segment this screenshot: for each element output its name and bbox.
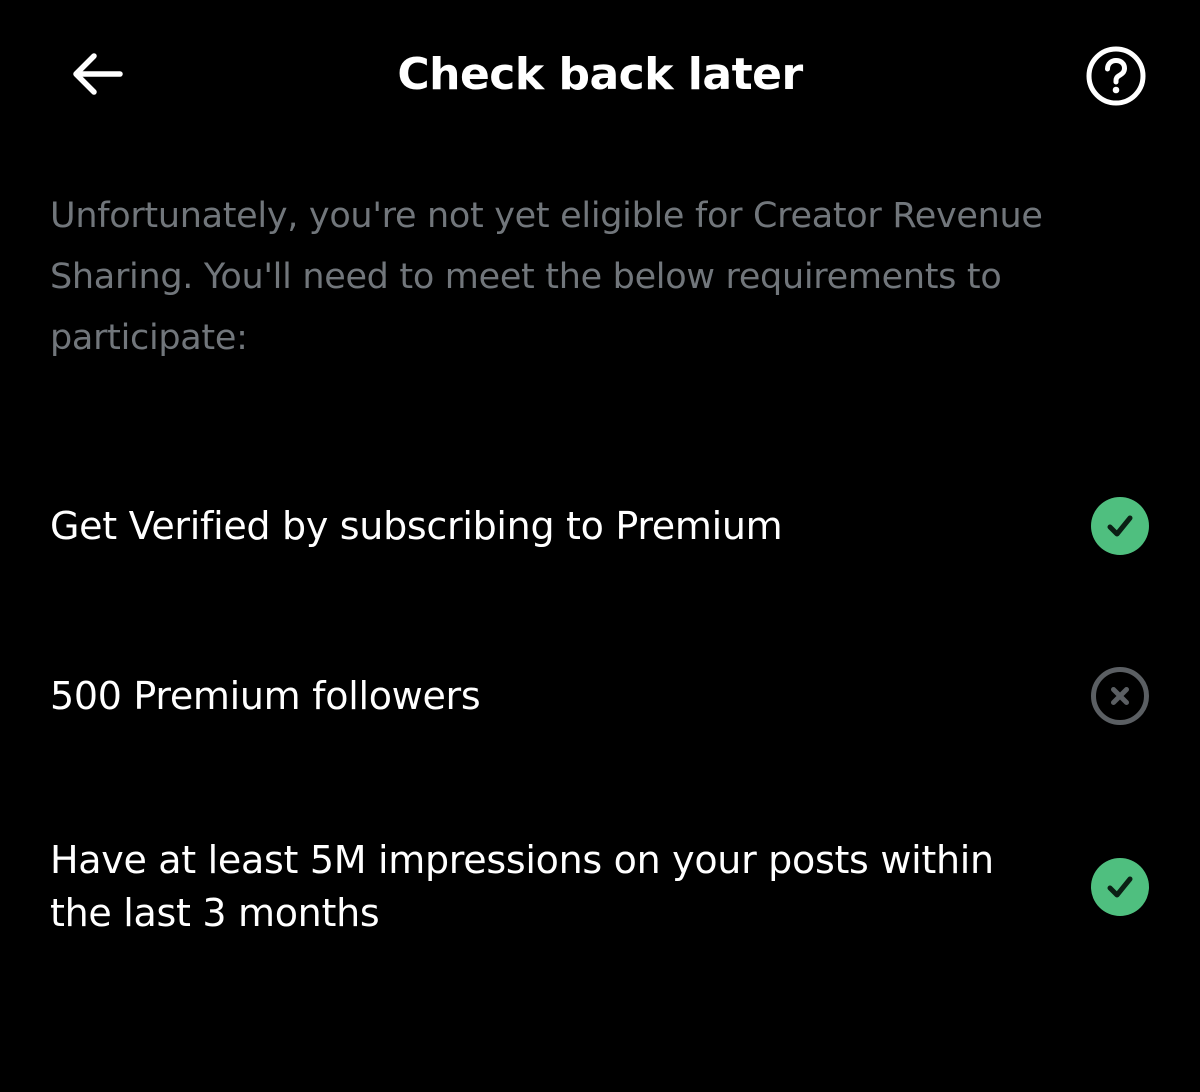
requirement-row: 500 Premium followers — [50, 666, 1150, 726]
requirement-label: Get Verified by subscribing to Premium — [50, 503, 783, 548]
requirement-label: Have at least 5M impressions on your pos… — [50, 838, 994, 935]
eligibility-description: Unfortunately, you're not yet eligible f… — [50, 196, 1043, 358]
page-title: Check back later — [397, 49, 803, 100]
requirement-row: Get Verified by subscribing to Premium — [50, 496, 1150, 556]
requirement-label: 500 Premium followers — [50, 673, 481, 718]
check-circle-icon — [1090, 857, 1150, 917]
help-button[interactable] — [1080, 40, 1152, 112]
check-circle-icon — [1090, 496, 1150, 556]
x-circle-icon — [1090, 666, 1150, 726]
question-circle-icon — [1086, 46, 1146, 106]
top-bar: Check back later — [0, 0, 1200, 150]
requirement-row: Have at least 5M impressions on your pos… — [50, 834, 1150, 940]
